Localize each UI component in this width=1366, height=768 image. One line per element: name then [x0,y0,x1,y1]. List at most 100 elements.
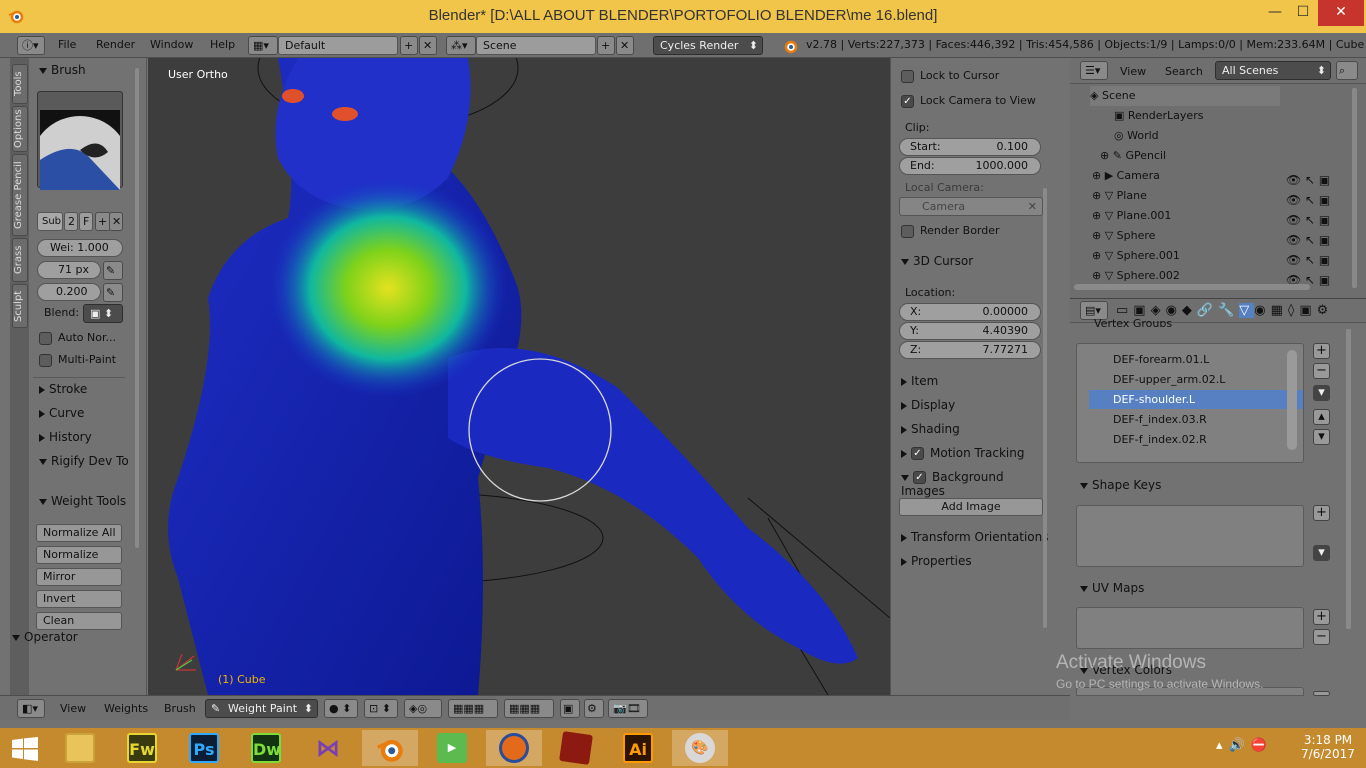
layers-left-icon[interactable]: ▦▦▦ [448,699,498,718]
vertex-groups-list[interactable]: DEF-forearm.01.L DEF-upper_arm.02.L DEF-… [1076,343,1304,463]
vertex-groups-scrollbar[interactable] [1287,350,1297,450]
tab-grease-pencil[interactable]: Grease Pencil [12,154,28,236]
lock-layer-icon[interactable]: ▣ [560,699,580,718]
system-tray-icons[interactable]: ▴🔊⛔ [1216,738,1273,753]
unlink-brush-button[interactable]: ✕ [109,212,123,231]
multi-paint-checkbox[interactable]: Multi-Paint [39,353,116,367]
add-vertex-color-button[interactable] [1313,691,1330,696]
clock[interactable]: 3:18 PM 7/6/2017 [1300,733,1356,761]
scene-icon[interactable]: ⁂▾ [446,36,476,55]
checkmark-icon[interactable]: ✓ [913,471,926,484]
tab-tools[interactable]: Tools [12,64,28,104]
lock-camera-checkbox[interactable]: ✓Lock Camera to View [901,94,1036,108]
eye-icon[interactable]: 👁 ↖ ▣ [1286,250,1350,270]
strength-field[interactable]: 0.200 [37,283,101,301]
add-uv-map-button[interactable]: + [1313,609,1330,625]
render-engine-dropdown[interactable]: Cycles Render⬍ [653,36,763,55]
interaction-mode-dropdown[interactable]: ✎Weight Paint⬍ [205,699,318,718]
shape-keys-panel-header[interactable]: Shape Keys [1080,478,1161,492]
outliner-search-menu[interactable]: Search [1165,65,1203,78]
brush-sub-field[interactable]: Sub [37,212,63,231]
remove-layout-button[interactable]: ✕ [419,36,437,55]
clean-button[interactable]: Clean [36,612,122,630]
property-context-tabs[interactable]: ▭▣◈◉◆🔗🔧▽◉▦◊▣⚙ [1116,303,1333,318]
menu-view[interactable]: View [60,702,86,715]
eye-icon[interactable]: 👁 ↖ ▣ [1286,230,1350,250]
photoshop-icon[interactable]: Ps [182,730,226,766]
scene-name-field[interactable]: Scene [476,36,596,55]
cursor-x-field[interactable]: X:0.00000 [899,303,1041,321]
render-region-icon[interactable]: ⚙ [584,699,604,718]
screen-layout-icon[interactable]: ▦▾ [248,36,278,55]
viewport-shading-icon[interactable]: ● ⬍ [324,699,358,718]
move-down-icon[interactable]: ▾ [1313,429,1330,445]
outliner-row-renderlayers[interactable]: ▣ RenderLayers [1114,106,1366,126]
blend-mode-dropdown[interactable]: ▣ ⬍ [83,304,123,323]
minimize-button[interactable]: — [1260,0,1290,26]
add-vertex-group-button[interactable]: + [1313,343,1330,359]
weight-tools-panel-header[interactable]: Weight Tools [39,494,126,508]
close-button[interactable]: ✕ [1318,0,1364,26]
lock-to-cursor-checkbox[interactable]: Lock to Cursor [901,69,999,83]
vertex-group-item-selected[interactable]: DEF-shoulder.L [1089,390,1303,409]
pressure-radius-icon[interactable]: ✎ [103,261,123,280]
background-images-panel-header[interactable]: ✓Background Images [901,470,1050,498]
layout-name-field[interactable]: Default [278,36,398,55]
tab-options[interactable]: Options [12,106,28,152]
3d-view-editor-type-icon[interactable]: ◧▾ [17,699,45,718]
pivot-point-icon[interactable]: ⊡ ⬍ [364,699,398,718]
editor-type-info-icon[interactable]: ⓘ▾ [17,36,45,55]
invert-button[interactable]: Invert [36,590,122,608]
menu-render[interactable]: Render [96,38,135,51]
fireworks-icon[interactable]: Fw [120,730,164,766]
outliner-row-gpencil[interactable]: ⊕ ✎ GPencil [1100,146,1366,166]
properties-shelf-scrollbar[interactable] [1043,188,1047,628]
add-scene-button[interactable]: + [597,36,615,55]
eye-icon[interactable]: 👁 ↖ ▣ [1286,170,1350,190]
outliner-editor-type-icon[interactable]: ☰▾ [1080,61,1108,80]
add-shape-key-button[interactable]: + [1313,505,1330,521]
menu-window[interactable]: Window [150,38,193,51]
uv-maps-panel-header[interactable]: UV Maps [1080,581,1144,595]
brush-panel-header[interactable]: Brush [39,63,86,77]
cursor-z-field[interactable]: Z:7.77271 [899,341,1041,359]
search-icon[interactable]: ⌕ [1336,61,1358,80]
weight-field[interactable]: Wei: 1.000 [37,239,123,257]
dota-icon[interactable] [554,730,598,766]
transform-orientations-panel-header[interactable]: Transform Orientations [901,530,1049,544]
tool-shelf-scrollbar[interactable] [135,68,139,548]
motion-tracking-panel-header[interactable]: ✓Motion Tracking [901,446,1024,460]
operator-panel-header[interactable]: Operator [12,630,78,644]
eye-icon[interactable]: 👁 ↖ ▣ [1286,190,1350,210]
remove-scene-button[interactable]: ✕ [616,36,634,55]
cursor-y-field[interactable]: Y:4.40390 [899,322,1041,340]
mirror-button[interactable]: Mirror [36,568,122,586]
3d-cursor-panel-header[interactable]: 3D Cursor [901,254,973,268]
shading-panel-header[interactable]: Shading [901,422,960,436]
eye-icon[interactable]: 👁 ↖ ▣ [1286,210,1350,230]
item-panel-header[interactable]: Item [901,374,938,388]
firefox-icon[interactable] [486,730,542,766]
paint-icon[interactable]: 🎨 [672,730,728,766]
rigify-panel-header[interactable]: Rigify Dev To [39,454,129,468]
move-up-icon[interactable]: ▴ [1313,409,1330,425]
auto-normalize-checkbox[interactable]: Auto Nor... [39,331,116,345]
normalize-button[interactable]: Normalize [36,546,122,564]
remove-vertex-group-button[interactable]: − [1313,363,1330,379]
vertex-group-item[interactable]: DEF-forearm.01.L [1089,350,1303,369]
windows-start-icon[interactable] [12,737,38,761]
menu-weights[interactable]: Weights [104,702,148,715]
vertex-groups-panel-header[interactable]: Vertex Groups [1094,317,1172,327]
outliner-scrollbar[interactable] [1352,88,1357,288]
local-camera-field[interactable]: Camera✕ [899,197,1043,216]
blender-taskbar-icon[interactable] [362,730,418,766]
mesh-data-tab-icon[interactable]: ▽ [1239,303,1254,318]
fake-user-button[interactable]: F [79,212,93,231]
uv-maps-list[interactable] [1076,607,1304,649]
outliner-hscrollbar[interactable] [1074,284,1310,290]
specials-menu-icon[interactable]: ▾ [1313,385,1330,401]
clip-start-field[interactable]: Start:0.100 [899,138,1041,156]
vertex-group-item[interactable]: DEF-upper_arm.02.L [1089,370,1303,389]
visual-studio-icon[interactable]: ⋈ [306,730,350,766]
history-panel-header[interactable]: History [39,430,92,444]
